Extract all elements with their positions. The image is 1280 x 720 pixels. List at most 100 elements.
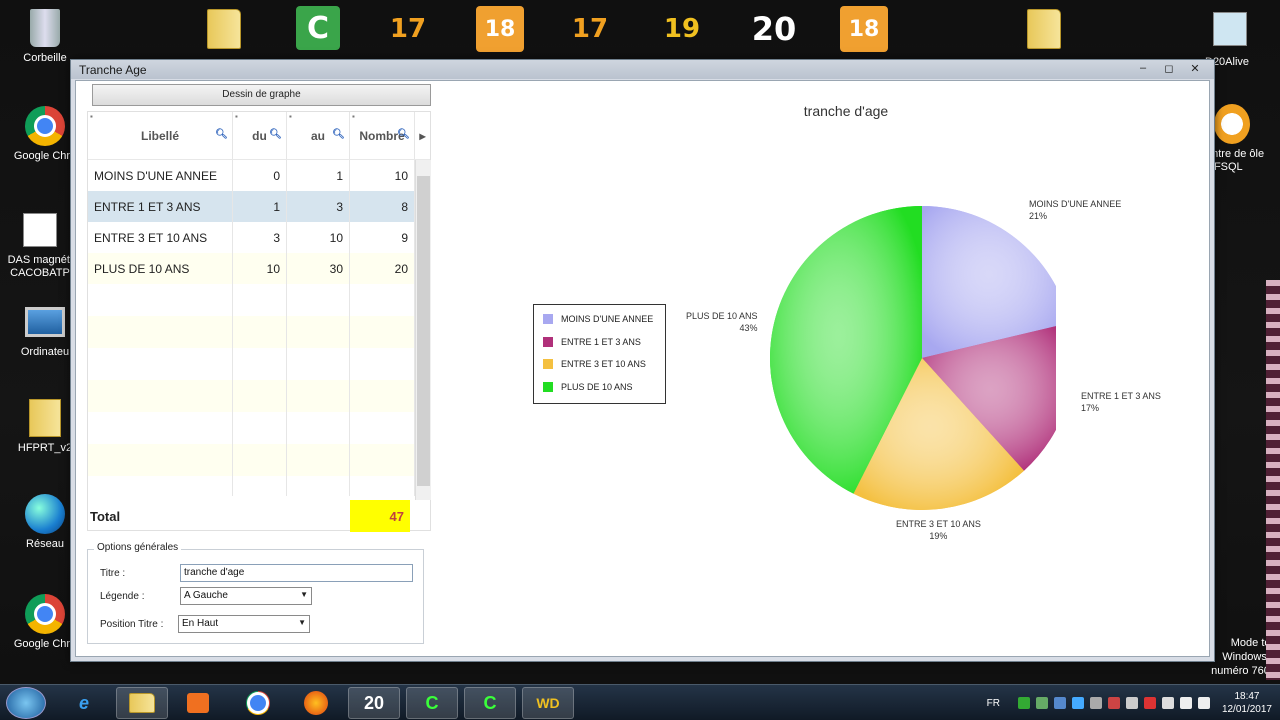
table-row-empty[interactable] <box>88 412 415 444</box>
titre-label: Titre : <box>100 568 126 579</box>
firefox-icon[interactable] <box>290 687 342 719</box>
column-header-nombre[interactable]: ▪ Nombre 🔍︎ <box>350 112 415 159</box>
desktop-icon-hfsql[interactable]: entre de ôle HFSQL <box>1206 104 1278 174</box>
slice-label-1-3: ENTRE 1 ET 3 ANS 17% <box>1081 391 1161 413</box>
table-vertical-scrollbar[interactable] <box>415 160 431 500</box>
cell-du[interactable]: 10 <box>233 253 287 284</box>
cell-nombre[interactable]: 9 <box>350 222 415 253</box>
windev-taskbar-button[interactable]: WD <box>522 687 574 719</box>
table-row[interactable]: MOINS D'UNE ANNEE 0 1 10 <box>88 160 415 191</box>
cell-libelle[interactable]: ENTRE 3 ET 10 ANS <box>88 222 233 253</box>
windev-17b-icon[interactable]: 17 <box>566 6 614 52</box>
tranche-age-window: Tranche Age ‒ ◻ ✕ Dessin de graphe ▪ Libe… <box>70 59 1215 662</box>
table-row[interactable]: ENTRE 1 ET 3 ANS 1 3 8 <box>88 191 415 222</box>
cell-au[interactable]: 3 <box>287 191 350 222</box>
cell-nombre[interactable]: 10 <box>350 160 415 191</box>
cell-nombre[interactable]: 8 <box>350 191 415 222</box>
windev-19-icon[interactable]: 19 <box>658 6 706 52</box>
table-body: MOINS D'UNE ANNEE 0 1 10 ENTRE 1 ET 3 AN… <box>88 160 415 500</box>
start-button[interactable] <box>6 687 46 719</box>
maximize-button[interactable]: ◻ <box>1156 60 1182 76</box>
table-row[interactable]: PLUS DE 10 ANS 10 30 20 <box>88 253 415 284</box>
explorer-icon[interactable] <box>116 687 168 719</box>
table-row-empty[interactable] <box>88 316 415 348</box>
cell-au[interactable]: 1 <box>287 160 350 191</box>
table-row-empty[interactable] <box>88 476 415 496</box>
table-row-empty[interactable] <box>88 444 415 476</box>
tray-app-icon <box>1017 697 1030 709</box>
legend-item: ENTRE 3 ET 10 ANS <box>543 359 646 369</box>
camtasia-taskbar-button[interactable]: C <box>406 687 458 719</box>
language-indicator[interactable]: FR <box>987 698 1000 709</box>
scrollbar-thumb[interactable] <box>417 176 430 486</box>
total-value: 47 <box>350 500 410 532</box>
draw-graph-button[interactable]: Dessin de graphe <box>92 84 431 106</box>
cell-nombre[interactable]: 20 <box>350 253 415 284</box>
search-icon[interactable]: 🔍︎ <box>332 129 345 140</box>
camtasia-icon[interactable]: C <box>296 6 340 50</box>
database-icon <box>1212 104 1252 144</box>
tray-app-icon <box>1035 697 1048 709</box>
cell-au[interactable]: 10 <box>287 222 350 253</box>
cell-du[interactable]: 3 <box>233 222 287 253</box>
legende-select[interactable]: A Gauche ▼ <box>180 587 312 605</box>
tray-action-center-icon <box>1143 697 1156 709</box>
table-row-empty[interactable] <box>88 284 415 316</box>
cell-du[interactable]: 1 <box>233 191 287 222</box>
search-icon[interactable]: 🔍︎ <box>397 129 410 140</box>
slice-label-moins: MOINS D'UNE ANNEE 21% <box>1029 199 1122 221</box>
column-header-libelle[interactable]: ▪ Libellé 🔍︎ <box>88 112 233 159</box>
ie-icon[interactable]: e <box>58 687 110 719</box>
minimize-button[interactable]: ‒ <box>1130 60 1156 76</box>
legend-label: MOINS D'UNE ANNEE <box>561 314 654 324</box>
chrome-icon <box>25 106 65 146</box>
legende-label: Légende : <box>100 591 145 602</box>
column-scroll-right-icon[interactable]: ▸ <box>415 112 430 159</box>
cell-du[interactable]: 0 <box>233 160 287 191</box>
volume-icon <box>1197 697 1210 709</box>
position-titre-select[interactable]: En Haut ▼ <box>178 615 310 633</box>
cell-libelle[interactable]: PLUS DE 10 ANS <box>88 253 233 284</box>
legend-label: ENTRE 3 ET 10 ANS <box>561 359 646 369</box>
clock[interactable]: 18:47 12/01/2017 <box>1222 690 1272 716</box>
document-icon <box>20 210 60 250</box>
column-header-du[interactable]: ▪ du 🔍︎ <box>233 112 287 159</box>
folder-icon[interactable] <box>1020 6 1068 52</box>
chart-title: tranche d'age <box>803 103 889 119</box>
media-player-icon[interactable] <box>172 687 224 719</box>
cell-au[interactable]: 30 <box>287 253 350 284</box>
legend-item: MOINS D'UNE ANNEE <box>543 314 653 324</box>
window-client-area: Dessin de graphe ▪ Libellé 🔍︎ ▪ du 🔍︎ ▪ au 🔍︎ … <box>75 80 1210 657</box>
windev-17-icon[interactable]: 17 <box>384 6 432 52</box>
titre-input[interactable]: tranche d'age <box>180 564 413 582</box>
close-button[interactable]: ✕ <box>1182 60 1208 76</box>
windev-20-taskbar-button[interactable]: 20 <box>348 687 400 719</box>
legend-swatch <box>543 381 553 392</box>
webdev-18-icon[interactable]: 18 <box>476 6 524 52</box>
chrome-icon[interactable] <box>232 687 284 719</box>
windev-20-icon[interactable]: 20 <box>750 6 798 52</box>
network-icon <box>25 494 65 534</box>
table-row-empty[interactable] <box>88 380 415 412</box>
dropdown-arrow-icon: ▼ <box>300 590 308 599</box>
window-titlebar[interactable]: Tranche Age ‒ ◻ ✕ <box>71 60 1214 79</box>
window-title: Tranche Age <box>79 63 147 77</box>
cell-libelle[interactable]: ENTRE 1 ET 3 ANS <box>88 191 233 222</box>
search-icon[interactable]: 🔍︎ <box>215 129 228 140</box>
table-row-empty[interactable] <box>88 348 415 380</box>
column-header-au[interactable]: ▪ au 🔍︎ <box>287 112 350 159</box>
folder-icon[interactable] <box>200 6 248 52</box>
slice-label-3-10: ENTRE 3 ET 10 ANS 19% <box>896 519 981 541</box>
app-icon[interactable] <box>1206 6 1254 52</box>
camtasia-recorder-taskbar-button[interactable]: C <box>464 687 516 719</box>
table-header: ▪ Libellé 🔍︎ ▪ du 🔍︎ ▪ au 🔍︎ ▪ Nombre 🔍︎ ▸ <box>88 112 430 160</box>
recycle-bin-icon <box>25 8 65 48</box>
tray-app-icon <box>1107 697 1120 709</box>
desktop-icon-recycle-bin[interactable]: Corbeille <box>5 8 85 65</box>
cell-libelle[interactable]: MOINS D'UNE ANNEE <box>88 160 233 191</box>
search-icon[interactable]: 🔍︎ <box>269 129 282 140</box>
table-row[interactable]: ENTRE 3 ET 10 ANS 3 10 9 <box>88 222 415 253</box>
webdev-18b-icon[interactable]: 18 <box>840 6 888 52</box>
desktop-icon-das[interactable]: DAS magnéti CACOBATP <box>0 210 80 280</box>
tray-icons[interactable] <box>1017 697 1210 709</box>
